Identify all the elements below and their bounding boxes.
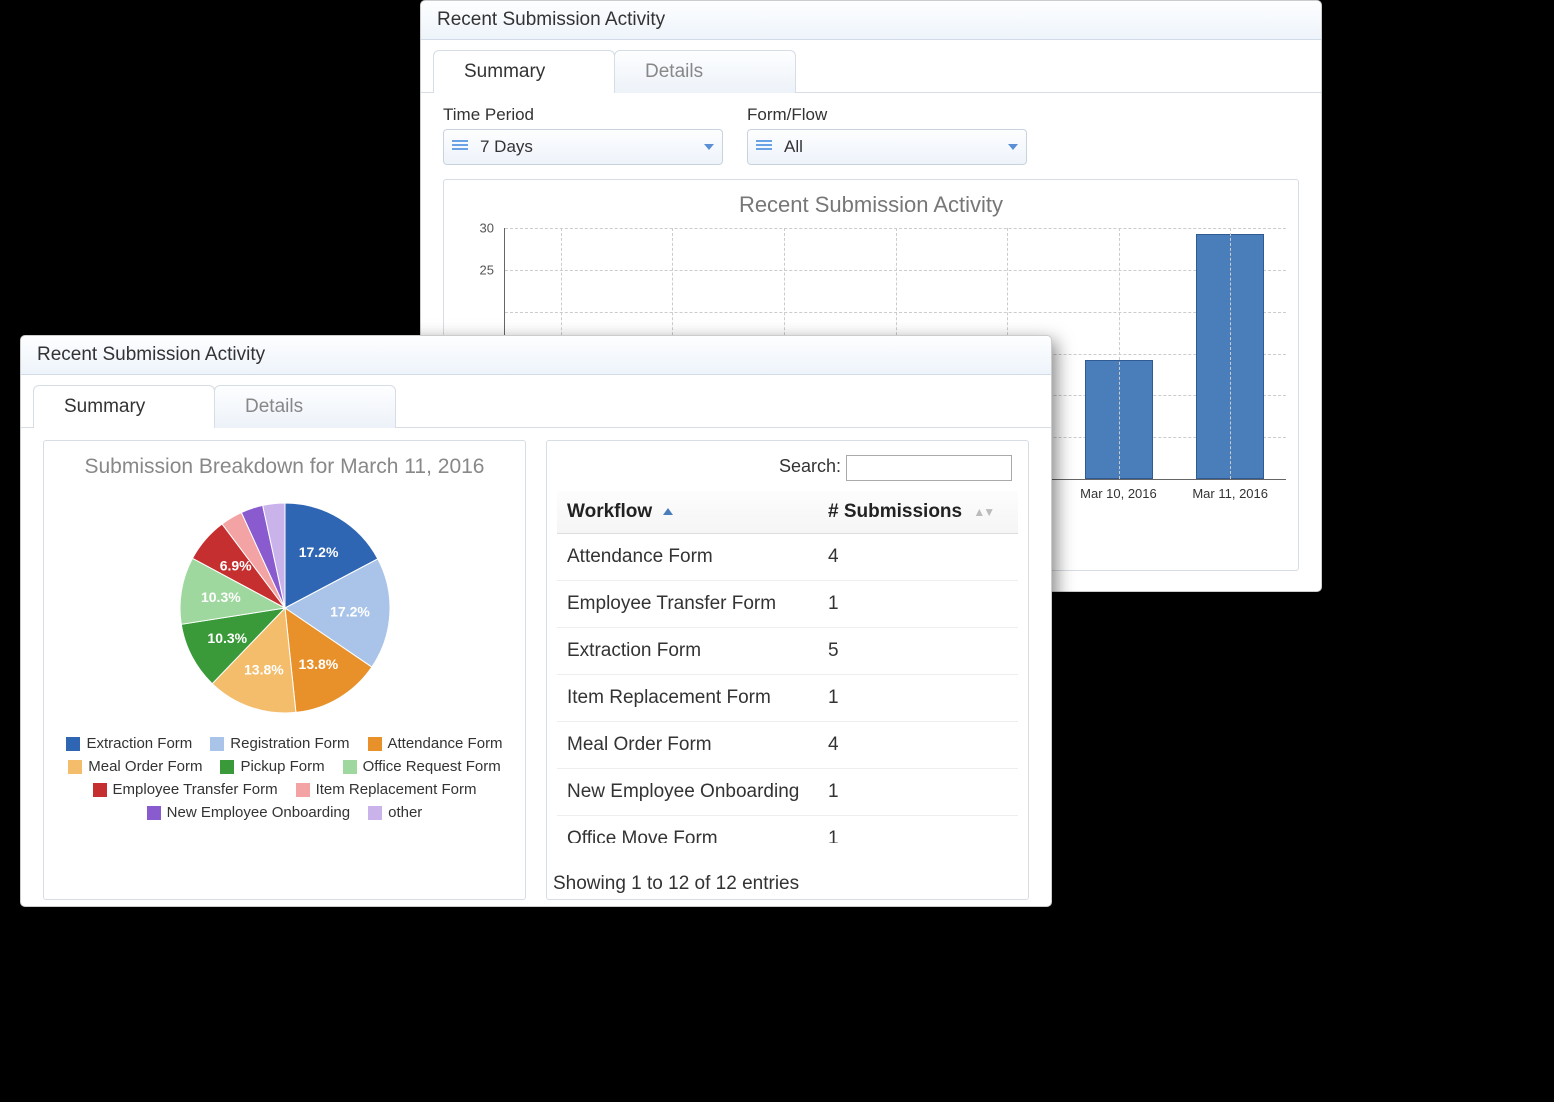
legend-label: Office Request Form <box>363 758 501 775</box>
legend-swatch <box>296 783 310 797</box>
legend-label: New Employee Onboarding <box>167 804 350 821</box>
col-workflow-label: Workflow <box>567 501 652 522</box>
col-submissions[interactable]: # Submissions ▲▼ <box>818 491 1018 534</box>
table-card: Search: Workflow # Submissions <box>546 440 1029 900</box>
filter-time-period-label: Time Period <box>443 105 723 125</box>
pie-slice-label: 13.8% <box>244 662 284 678</box>
front-tab-summary[interactable]: Summary <box>33 385 215 428</box>
back-tab-details[interactable]: Details <box>614 50 796 93</box>
pie-slice-label: 6.9% <box>219 558 251 574</box>
cell-workflow: Extraction Form <box>557 628 818 675</box>
pie-legend: Extraction Form Registration Form Attendan… <box>54 735 515 821</box>
table-row[interactable]: Employee Transfer Form1 <box>557 581 1018 628</box>
y-tick: 25 <box>480 263 494 278</box>
table-row[interactable]: New Employee Onboarding1 <box>557 769 1018 816</box>
cell-workflow: Item Replacement Form <box>557 675 818 722</box>
table-row[interactable]: Attendance Form4 <box>557 534 1018 581</box>
list-icon <box>756 140 774 154</box>
legend-label: Registration Form <box>230 735 349 752</box>
filter-form-flow-label: Form/Flow <box>747 105 1027 125</box>
legend-item: Pickup Form <box>220 758 324 775</box>
table-header-row: Workflow # Submissions ▲▼ <box>557 491 1018 534</box>
legend-item: Meal Order Form <box>68 758 202 775</box>
sort-asc-icon <box>663 508 673 515</box>
back-tab-summary[interactable]: Summary <box>433 50 615 93</box>
legend-swatch <box>220 760 234 774</box>
cell-workflow: Meal Order Form <box>557 722 818 769</box>
x-label: Mar 10, 2016 <box>1063 480 1175 508</box>
cell-submissions: 1 <box>818 816 1018 844</box>
legend-label: other <box>388 804 422 821</box>
cell-submissions: 1 <box>818 581 1018 628</box>
cell-workflow: New Employee Onboarding <box>557 769 818 816</box>
pie-slice-label: 17.2% <box>330 604 370 620</box>
legend-item: Office Request Form <box>343 758 501 775</box>
back-tab-strip: Summary Details <box>421 40 1321 93</box>
table-row[interactable]: Office Move Form1 <box>557 816 1018 844</box>
legend-label: Item Replacement Form <box>316 781 477 798</box>
pie-slice-label: 13.8% <box>298 656 338 672</box>
filter-form-flow-select[interactable]: All <box>747 129 1027 165</box>
legend-label: Attendance Form <box>388 735 503 752</box>
filter-time-period-value: 7 Days <box>480 137 704 157</box>
search-input[interactable] <box>846 455 1012 481</box>
front-panel: Recent Submission Activity Summary Detai… <box>20 335 1052 907</box>
cell-submissions: 1 <box>818 769 1018 816</box>
sort-both-icon: ▲▼ <box>973 505 993 519</box>
legend-swatch <box>210 737 224 751</box>
col-submissions-label: # Submissions <box>828 501 962 522</box>
chevron-down-icon <box>704 144 714 150</box>
pie-slice-label: 17.2% <box>298 544 338 560</box>
legend-item: other <box>368 804 422 821</box>
table-row[interactable]: Meal Order Form4 <box>557 722 1018 769</box>
pie-chart: 17.2% 17.2% 13.8% 13.8% 10.3% 10.3% 6.9% <box>170 493 400 723</box>
legend-label: Pickup Form <box>240 758 324 775</box>
back-panel-title: Recent Submission Activity <box>421 1 1321 40</box>
filter-time-period-select[interactable]: 7 Days <box>443 129 723 165</box>
cell-workflow: Employee Transfer Form <box>557 581 818 628</box>
list-icon <box>452 140 470 154</box>
pie-title: Submission Breakdown for March 11, 2016 <box>54 455 515 479</box>
y-tick: 30 <box>480 221 494 236</box>
front-tab-body: Submission Breakdown for March 11, 2016 … <box>21 427 1051 920</box>
search-label: Search: <box>779 456 841 476</box>
legend-swatch <box>343 760 357 774</box>
filter-form-flow-value: All <box>784 137 1008 157</box>
legend-item: Extraction Form <box>66 735 192 752</box>
front-tab-strip: Summary Details <box>21 375 1051 428</box>
legend-swatch <box>68 760 82 774</box>
col-workflow[interactable]: Workflow <box>557 491 818 534</box>
cell-submissions: 1 <box>818 675 1018 722</box>
cell-workflow: Attendance Form <box>557 534 818 581</box>
legend-item: New Employee Onboarding <box>147 804 350 821</box>
cell-workflow: Office Move Form <box>557 816 818 844</box>
table-row[interactable]: Item Replacement Form1 <box>557 675 1018 722</box>
table-row[interactable]: Extraction Form5 <box>557 628 1018 675</box>
cell-submissions: 4 <box>818 534 1018 581</box>
chevron-down-icon <box>1008 144 1018 150</box>
x-label: Mar 11, 2016 <box>1174 480 1286 508</box>
legend-item: Attendance Form <box>368 735 503 752</box>
legend-item: Employee Transfer Form <box>93 781 278 798</box>
bar-chart-title: Recent Submission Activity <box>456 192 1286 218</box>
pie-slice-label: 10.3% <box>207 630 247 646</box>
legend-swatch <box>147 806 161 820</box>
table-footer: Showing 1 to 12 of 12 entries <box>553 873 799 895</box>
legend-swatch <box>93 783 107 797</box>
legend-label: Employee Transfer Form <box>113 781 278 798</box>
pie-slice-label: 10.3% <box>200 589 240 605</box>
legend-item: Item Replacement Form <box>296 781 477 798</box>
legend-swatch <box>66 737 80 751</box>
legend-swatch <box>368 737 382 751</box>
legend-swatch <box>368 806 382 820</box>
legend-item: Registration Form <box>210 735 349 752</box>
cell-submissions: 4 <box>818 722 1018 769</box>
legend-label: Extraction Form <box>86 735 192 752</box>
cell-submissions: 5 <box>818 628 1018 675</box>
pie-card: Submission Breakdown for March 11, 2016 … <box>43 440 526 900</box>
front-tab-details[interactable]: Details <box>214 385 396 428</box>
front-panel-title: Recent Submission Activity <box>21 336 1051 375</box>
legend-label: Meal Order Form <box>88 758 202 775</box>
submissions-table: Workflow # Submissions ▲▼ Attendance For… <box>557 491 1018 843</box>
